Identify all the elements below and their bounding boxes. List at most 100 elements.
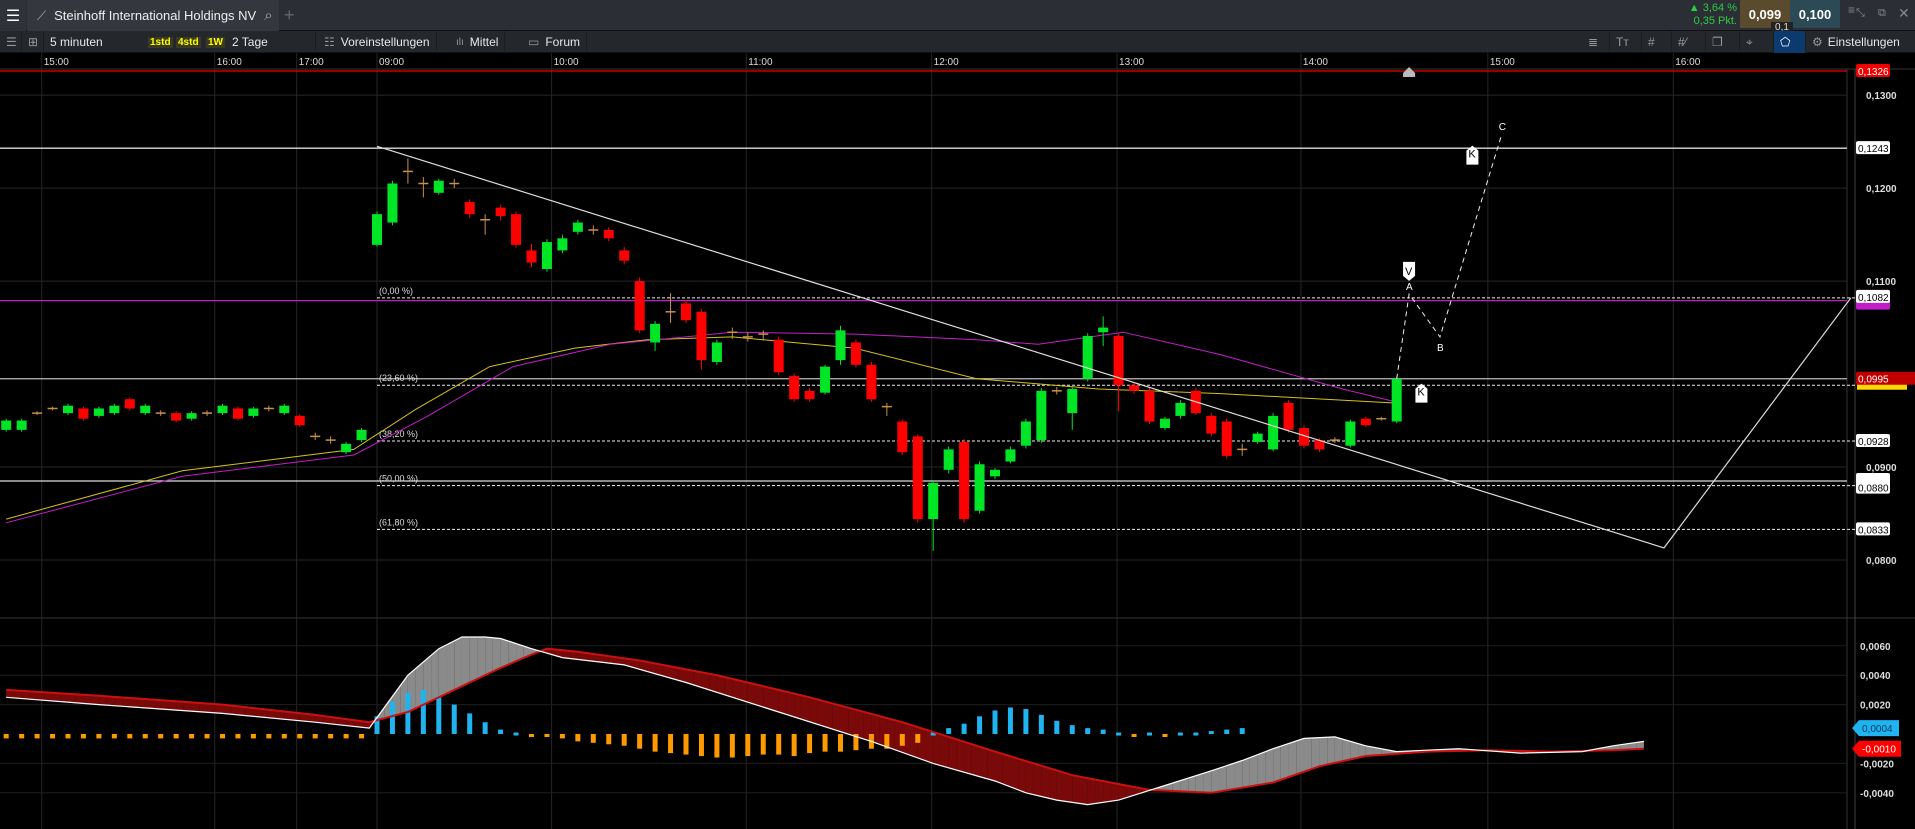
layout-button[interactable]: ⊞ [22,31,44,53]
minimize-icon[interactable]: ⤡ [1856,7,1865,20]
time-label: 15:00 [44,57,69,68]
macd-fill [964,741,972,775]
macd-tick-label: 0,0060 [1860,642,1891,653]
grid-toggle-button[interactable]: # [1642,31,1672,53]
settings-button[interactable]: ⚙ Einstellungen [1806,31,1906,53]
candle-body [526,250,537,263]
candle-body [1268,415,1279,450]
interval-select[interactable]: 5 minuten [44,31,144,53]
gear-icon: ⚙ [1812,35,1823,49]
macd-tick-label: -0,0020 [1860,759,1894,770]
macd-histogram-bar [1085,728,1091,734]
presets-button[interactable]: ☷ Voreinstellungen [318,31,437,53]
popout-icon[interactable]: ⧉ [1878,7,1886,20]
close-icon[interactable]: ✕ [1898,5,1910,22]
sma-fast-line [6,336,1393,520]
macd-histogram-bar [822,734,828,752]
hamburger-icon: ☰ [5,7,21,25]
macd-histogram-bar [3,734,9,739]
macd-fill [987,749,995,782]
change-display: ▲ 3,64 % 0,35 Pkt. [1669,2,1737,28]
macd-histogram-bar [714,734,720,758]
candle-body [1283,402,1294,430]
time-label: 12:00 [934,57,959,68]
price-tick-label: 0,0800 [1866,556,1897,567]
macd-histogram-bar [760,734,766,755]
macd-fill [492,637,501,672]
quick-4std-label: 4std [176,36,201,48]
macd-fill [1064,772,1073,803]
search-icon[interactable]: ⌕ [264,7,272,24]
candle-body [1082,335,1093,379]
macd-histogram-bar [698,734,704,757]
grid-edit-button[interactable]: #⁄ [1672,31,1706,53]
candle-body [63,405,73,414]
menu-button[interactable]: ☰ [0,0,26,31]
candle-body [1221,421,1232,456]
macd-fill [477,636,486,679]
quick-1std-label: 1std [148,36,173,48]
windows-button[interactable]: ❐ [1706,31,1740,53]
candle-body [928,482,939,520]
depth-icon[interactable]: ≡ [1848,3,1855,17]
macd-histogram-bar [65,734,71,739]
macd-fill [1311,737,1320,770]
quick-4std[interactable]: 4std [174,31,203,53]
forum-label: Forum [545,35,581,49]
candle-body [557,238,568,251]
list-view-button[interactable]: ☰ [0,31,22,53]
macd-histogram-bar [266,734,272,739]
candle-body [341,443,352,453]
price-scale-button[interactable]: ≣ [1582,31,1610,53]
macd-hist-label: 0,0004 [1862,724,1893,735]
macd-histogram-bar [220,734,225,739]
fib-level-label: (61,80 %) [379,517,418,527]
price-label-fib0: 0,1082 [1858,293,1889,304]
ask-button[interactable]: 0,100 [1790,0,1840,28]
candle-body [93,408,104,416]
macd-fill [778,689,787,715]
forum-button[interactable]: ▭ Forum [522,31,588,53]
price-chart[interactable]: 15:00 16:00 17:00 09:00 10:00 11:00 12:00 13:00… [0,53,1915,829]
text-tool-button[interactable]: Tт [1610,31,1642,53]
quick-1std[interactable]: 1std [146,31,175,53]
macd-fill [747,682,756,705]
macd-histogram-bar [1147,732,1152,736]
price-tag-button[interactable]: ⬠ [1774,31,1806,53]
macd-fill [825,701,833,730]
macd-fill [763,686,771,710]
macd-histogram-bar [791,734,797,757]
macd-tick-label: 0,0040 [1860,671,1891,682]
candle-body [140,405,151,414]
macd-fill [1273,746,1281,783]
macd-histogram-bar [899,734,905,746]
macd-histogram-bar [389,701,395,734]
macd-fill [1280,743,1289,780]
price-tick-label: 0,0900 [1866,463,1897,474]
macd-signal-label: -0,0010 [1862,745,1896,756]
time-label: 11:00 [748,57,773,68]
macd-fill [1087,778,1096,805]
macd-fill [469,636,478,683]
candle-body [372,214,382,245]
add-tab-button[interactable]: + [284,5,295,26]
macd-fill [1350,741,1359,760]
quick-1w[interactable]: 1W [204,31,227,53]
instrument-tab[interactable]: ⟋ Steinhoff International Holdings NV ⌕ [27,0,279,31]
candle-body [433,180,444,193]
indicator-label: Mittel [469,35,499,49]
candle-body [294,415,305,426]
range-select[interactable]: 2 Tage [226,31,316,53]
candle-body [1206,415,1217,434]
macd-fill [1319,737,1328,767]
time-label: 14:00 [1303,57,1328,68]
indicator-button[interactable]: ılı Mittel [450,31,506,53]
signal-marker-label: K [1417,387,1425,399]
price-tick-label: 0,1300 [1866,91,1897,102]
time-label: 13:00 [1119,57,1144,68]
macd-fill [1211,768,1220,793]
macd-fill [956,739,965,773]
macd-fill [500,638,509,668]
macd-fill [446,640,455,694]
crosshair-button[interactable]: ⌖ [1740,31,1774,53]
